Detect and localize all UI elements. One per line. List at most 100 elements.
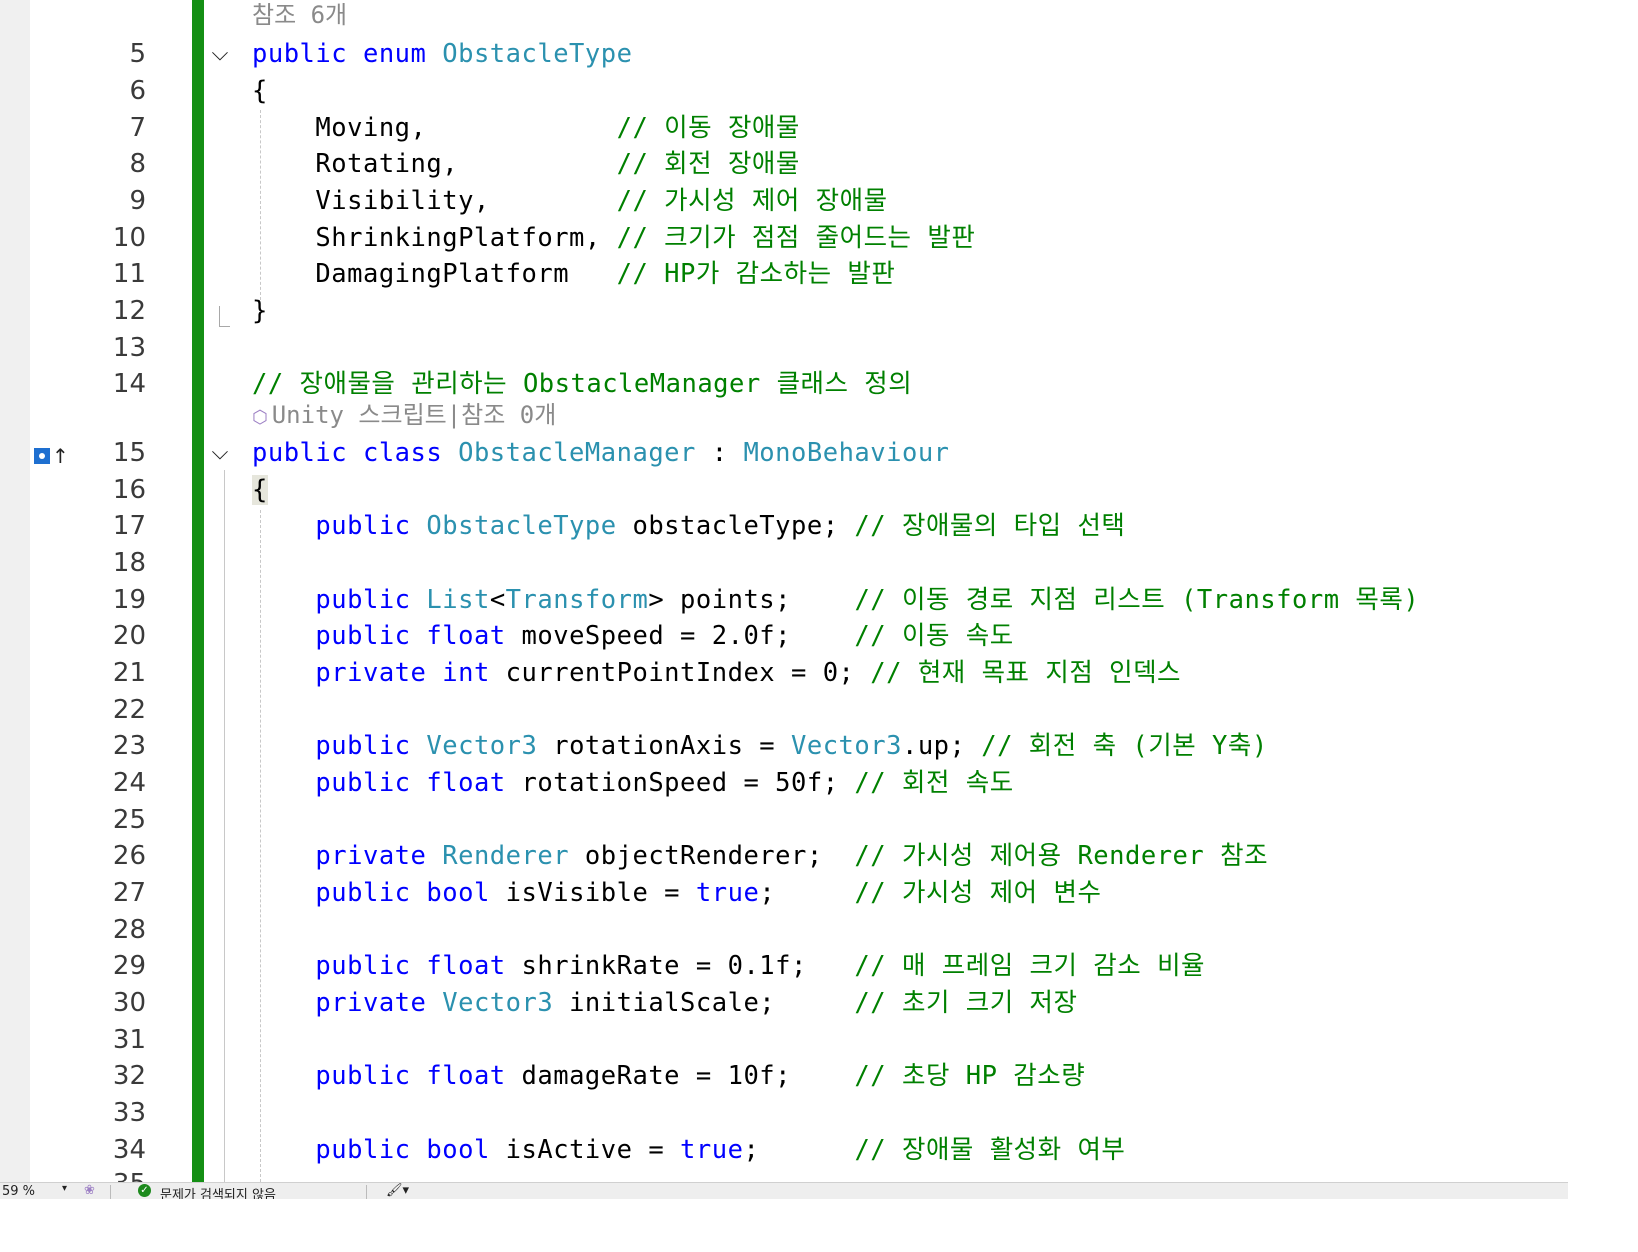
code-text[interactable]: public List<Transform> points; // 이동 경로 … (252, 582, 1419, 618)
code-line[interactable]: 21 private int currentPointIndex = 0; //… (0, 655, 1568, 692)
cleanup-brush-icon[interactable]: 🖌▾ (386, 1183, 409, 1198)
code-token: initialScale; (553, 988, 855, 1018)
intellicode-icon[interactable]: ❀ (84, 1183, 95, 1198)
check-circle-icon[interactable]: ✓ (138, 1184, 151, 1197)
type-token: Vector3 (442, 988, 554, 1018)
code-text[interactable]: public float shrinkRate = 0.1f; // 매 프레임… (252, 948, 1205, 984)
code-line[interactable]: 11 DamagingPlatform // HP가 감소하는 발판 (0, 256, 1568, 293)
code-line[interactable]: 8 Rotating, // 회전 장애물 (0, 146, 1568, 183)
code-line[interactable]: 19 public List<Transform> points; // 이동 … (0, 582, 1568, 619)
line-number: 33 (112, 1098, 146, 1128)
type-token: ObstacleManager (458, 438, 696, 468)
comment-token: // 가시성 제어 변수 (854, 878, 1102, 908)
code-text[interactable]: public enum ObstacleType (252, 36, 632, 72)
code-line[interactable]: 16 { (0, 472, 1568, 509)
keyword-token: true (680, 1135, 744, 1165)
code-token: rotationSpeed = 50f; (521, 768, 855, 798)
code-text[interactable]: public Vector3 rotationAxis = Vector3.up… (252, 728, 1268, 764)
line-number: 19 (112, 585, 146, 615)
issues-status[interactable]: 문제가 검색되지 않음 (160, 1184, 276, 1199)
code-token: Moving, (252, 113, 617, 143)
line-number: 10 (112, 223, 146, 253)
comment-token: // 가시성 제어 장애물 (616, 186, 888, 216)
code-line[interactable]: 24 public float rotationSpeed = 50f; // … (0, 765, 1568, 802)
code-text[interactable]: public float moveSpeed = 2.0f; // 이동 속도 (252, 618, 1014, 654)
code-line[interactable]: 7 Moving, // 이동 장애물 (0, 110, 1568, 147)
line-number: 5 (129, 39, 146, 69)
line-number: 9 (129, 186, 146, 216)
codelens-unity-class[interactable]: ⬡ Unity 스크립트|참조 0개 (252, 400, 556, 430)
code-text[interactable]: Visibility, // 가시성 제어 장애물 (252, 183, 888, 219)
code-editor[interactable]: 참조 6개 ⬡ Unity 스크립트|참조 0개 ↑ ⌵ ⌵ 5 public en… (0, 0, 1568, 1182)
code-line[interactable]: 9 Visibility, // 가시성 제어 장애물 (0, 183, 1568, 220)
keyword-token: public class (252, 438, 459, 468)
code-line[interactable]: 18 (0, 545, 1568, 582)
keyword-token: public (315, 585, 427, 615)
code-text[interactable]: ShrinkingPlatform, // 크기가 점점 줄어드는 발판 (252, 220, 975, 256)
code-text[interactable]: public bool isVisible = true; // 가시성 제어 … (252, 875, 1101, 911)
comment-token: // 회전 속도 (854, 768, 1014, 798)
code-line[interactable]: 34 public bool isActive = true; // 장애물 활… (0, 1132, 1568, 1169)
code-line[interactable]: 5 public enum ObstacleType (0, 36, 1568, 73)
code-line[interactable]: 15 public class ObstacleManager : MonoBeh… (0, 435, 1568, 472)
keyword-token: public (315, 731, 427, 761)
code-text[interactable]: { (252, 73, 268, 109)
unity-cube-icon: ⬡ (252, 407, 268, 428)
codelens-references-enum[interactable]: 참조 6개 (252, 0, 347, 30)
code-line[interactable]: 32 public float damageRate = 10f; // 초당 … (0, 1058, 1568, 1095)
code-line[interactable]: 10 ShrinkingPlatform, // 크기가 점점 줄어드는 발판 (0, 220, 1568, 257)
code-line[interactable]: 12} (0, 293, 1568, 330)
code-text[interactable]: Moving, // 이동 장애물 (252, 110, 800, 146)
code-line[interactable]: 30 private Vector3 initialScale; // 초기 크… (0, 985, 1568, 1022)
code-text[interactable]: private Renderer objectRenderer; // 가시성 … (252, 838, 1268, 874)
comment-token: // 장애물을 관리하는 ObstacleManager 클래스 정의 (252, 369, 913, 399)
code-text[interactable]: private Vector3 initialScale; // 초기 크기 저… (252, 985, 1077, 1021)
code-text[interactable]: public float rotationSpeed = 50f; // 회전 … (252, 765, 1014, 801)
line-number: 27 (112, 878, 146, 908)
code-text[interactable]: public ObstacleType obstacleType; // 장애물… (252, 508, 1125, 544)
comment-token: // 장애물 활성화 여부 (854, 1135, 1126, 1165)
code-line[interactable]: 14 // 장애물을 관리하는 ObstacleManager 클래스 정의 (0, 366, 1568, 403)
code-text[interactable]: // 장애물을 관리하는 ObstacleManager 클래스 정의 (252, 366, 912, 402)
divider (366, 1185, 367, 1199)
chevron-down-icon[interactable]: ▾ (62, 1183, 67, 1194)
code-line[interactable]: 28 (0, 912, 1568, 949)
code-line[interactable]: 22 (0, 692, 1568, 729)
code-line[interactable]: 6{ (0, 73, 1568, 110)
code-line[interactable]: 31 (0, 1022, 1568, 1059)
zoom-level[interactable]: 59 % (2, 1184, 35, 1199)
code-token: isActive = (505, 1135, 681, 1165)
code-line[interactable]: 27 public bool isVisible = true; // 가시성 … (0, 875, 1568, 912)
code-text[interactable]: { (252, 472, 268, 508)
code-line[interactable]: 33 (0, 1095, 1568, 1132)
code-token: { (252, 475, 268, 505)
code-line[interactable]: 17 public ObstacleType obstacleType; // … (0, 508, 1568, 545)
codelens-unity-text: Unity 스크립트|참조 0개 (271, 401, 557, 429)
code-line[interactable]: 26 private Renderer objectRenderer; // 가… (0, 838, 1568, 875)
comment-token: // 초당 HP 감소량 (854, 1061, 1086, 1091)
comment-token: // 현재 목표 지점 인덱스 (870, 658, 1182, 688)
code-line[interactable]: 29 public float shrinkRate = 0.1f; // 매 … (0, 948, 1568, 985)
code-line[interactable]: 35 (0, 1166, 1568, 1182)
code-text[interactable]: private int currentPointIndex = 0; // 현재… (252, 655, 1181, 691)
line-number: 20 (112, 621, 146, 651)
code-token: DamagingPlatform (252, 259, 617, 289)
code-token: Visibility, (252, 186, 617, 216)
code-line[interactable]: 23 public Vector3 rotationAxis = Vector3… (0, 728, 1568, 765)
code-line[interactable]: 25 (0, 802, 1568, 839)
code-line[interactable]: 20 public float moveSpeed = 2.0f; // 이동 … (0, 618, 1568, 655)
line-number: 21 (112, 658, 146, 688)
code-text[interactable]: Rotating, // 회전 장애물 (252, 146, 800, 182)
code-text[interactable]: public bool isActive = true; // 장애물 활성화 … (252, 1132, 1125, 1168)
code-line[interactable]: 13 (0, 330, 1568, 367)
code-text[interactable]: public class ObstacleManager : MonoBehav… (252, 435, 950, 471)
code-text[interactable]: public float damageRate = 10f; // 초당 HP … (252, 1058, 1085, 1094)
type-token: ObstacleType (426, 511, 617, 541)
code-text[interactable]: } (252, 293, 268, 329)
code-text[interactable]: DamagingPlatform // HP가 감소하는 발판 (252, 256, 895, 292)
